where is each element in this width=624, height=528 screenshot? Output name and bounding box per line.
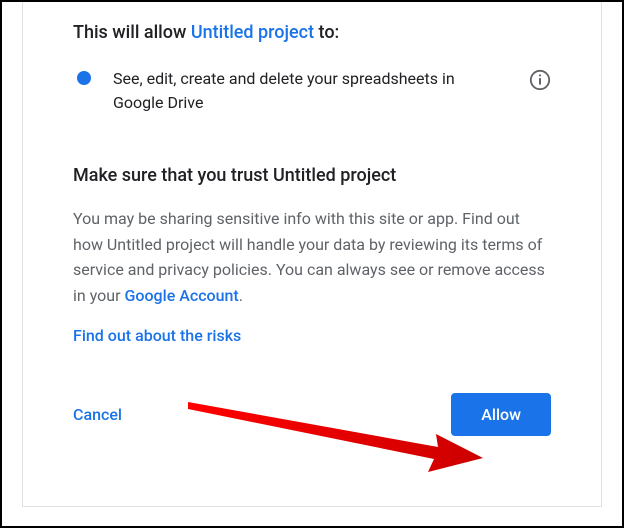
trust-body-suffix: . (239, 286, 243, 305)
info-icon[interactable] (529, 69, 551, 91)
risks-link[interactable]: Find out about the risks (73, 326, 241, 345)
trust-body: You may be sharing sensitive info with t… (73, 206, 551, 308)
google-account-link[interactable]: Google Account (124, 286, 238, 305)
heading-prefix: This will allow (73, 22, 191, 43)
trust-heading: Make sure that you trust Untitled projec… (73, 165, 551, 186)
cancel-button[interactable]: Cancel (73, 397, 122, 432)
consent-dialog: This will allow Untitled project to: See… (22, 2, 602, 507)
permission-heading: This will allow Untitled project to: (73, 22, 551, 43)
heading-suffix: to: (314, 22, 339, 43)
permission-text: See, edit, create and delete your spread… (113, 67, 507, 115)
button-row: Cancel Allow (73, 393, 551, 436)
allow-button[interactable]: Allow (451, 393, 551, 436)
project-name-link[interactable]: Untitled project (191, 22, 314, 43)
bullet-icon (77, 71, 91, 85)
permission-item: See, edit, create and delete your spread… (73, 67, 551, 115)
